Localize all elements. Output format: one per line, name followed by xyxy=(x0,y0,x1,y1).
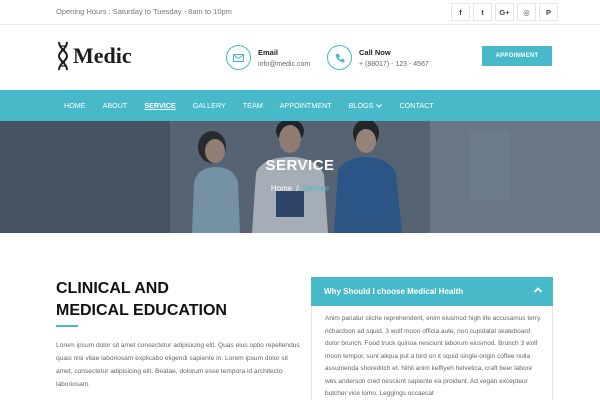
twitter-glyph: t xyxy=(481,7,484,17)
page-hero: SERVICE Home / Service xyxy=(0,121,600,233)
faq-accordion: Why Should I choose Medical Health Anim … xyxy=(311,277,553,400)
nav-item-gallery[interactable]: GALLERY xyxy=(193,101,226,110)
nav-label-appointment: APPOINTMENT xyxy=(279,101,332,110)
nav-label-about: ABOUT xyxy=(102,101,128,110)
hero-overlay xyxy=(0,121,600,233)
site-logo[interactable]: Medic xyxy=(56,41,132,71)
nav-label-service: SERVICE xyxy=(144,101,176,110)
phone-icon xyxy=(327,45,352,70)
google-plus-icon[interactable]: G+ xyxy=(495,3,514,21)
accordion-heading: Why Should I choose Medical Health xyxy=(324,287,464,296)
nav-label-contact: CONTACT xyxy=(399,101,434,110)
nav-item-about[interactable]: ABOUT xyxy=(103,101,128,110)
google-plus-glyph: G+ xyxy=(499,7,510,17)
email-value[interactable]: info@medic.com xyxy=(258,61,310,68)
instagram-glyph: ◎ xyxy=(523,7,530,17)
email-title: Email xyxy=(258,48,279,57)
accordion-body: Anim pariatur cliche reprehenderit, enim… xyxy=(325,315,541,397)
facebook-icon[interactable]: f xyxy=(451,3,470,21)
call-contact: Call Now + (88017) - 123 - 4567 xyxy=(327,45,429,70)
section-title: CLINICAL AND MEDICAL EDUCATION xyxy=(56,278,227,322)
section-body: Lorem ipsum dolor sit amet consectetur a… xyxy=(56,342,300,388)
main-nav: HOME ABOUT SERVICE GALLERY TEAM APPOINTM… xyxy=(0,90,600,121)
opening-hours: Opening Hours : Saturday to Tuesday - 8a… xyxy=(56,7,232,16)
mail-icon xyxy=(226,45,251,70)
site-header: Medic Email info@medic.com Call Now + (8… xyxy=(0,25,600,90)
section-title-line1: CLINICAL AND xyxy=(56,280,169,297)
nav-label-team: TEAM xyxy=(242,101,263,110)
social-links: f t G+ ◎ P xyxy=(448,3,558,21)
nav-item-contact[interactable]: CONTACT xyxy=(399,101,433,110)
accordion-header[interactable]: Why Should I choose Medical Health xyxy=(311,277,553,306)
hero-title: SERVICE xyxy=(265,157,335,174)
chevron-up-icon[interactable] xyxy=(533,285,543,295)
instagram-icon[interactable]: ◎ xyxy=(517,3,536,21)
nav-label-blogs: BLOGS xyxy=(348,101,374,110)
appointment-button[interactable]: APPOINMENT xyxy=(482,46,552,66)
twitter-icon[interactable]: t xyxy=(473,3,492,21)
call-value[interactable]: + (88017) - 123 - 4567 xyxy=(359,61,429,68)
logo-text: Medic xyxy=(73,43,132,68)
title-divider xyxy=(56,325,78,327)
breadcrumb-separator: / xyxy=(296,184,299,193)
call-title: Call Now xyxy=(359,48,391,57)
nav-item-service[interactable]: SERVICE xyxy=(144,101,175,110)
nav-label-gallery: GALLERY xyxy=(192,101,226,110)
nav-item-appointment[interactable]: APPOINTMENT xyxy=(280,101,332,110)
top-bar: Opening Hours : Saturday to Tuesday - 8a… xyxy=(0,0,600,25)
breadcrumb-home[interactable]: Home xyxy=(271,184,292,193)
pinterest-glyph: P xyxy=(545,7,551,17)
facebook-glyph: f xyxy=(459,7,462,17)
pinterest-icon[interactable]: P xyxy=(539,3,558,21)
nav-label-home: HOME xyxy=(64,101,86,110)
breadcrumb-current: Service xyxy=(302,184,330,193)
nav-item-blogs[interactable]: BLOGS xyxy=(349,101,383,110)
chevron-down-icon xyxy=(376,103,383,108)
nav-item-team[interactable]: TEAM xyxy=(243,101,263,110)
section-title-line2: MEDICAL EDUCATION xyxy=(56,302,227,319)
nav-item-home[interactable]: HOME xyxy=(64,101,86,110)
breadcrumb: Home / Service xyxy=(0,184,600,193)
dna-icon xyxy=(57,41,69,71)
email-contact: Email info@medic.com xyxy=(226,45,310,70)
